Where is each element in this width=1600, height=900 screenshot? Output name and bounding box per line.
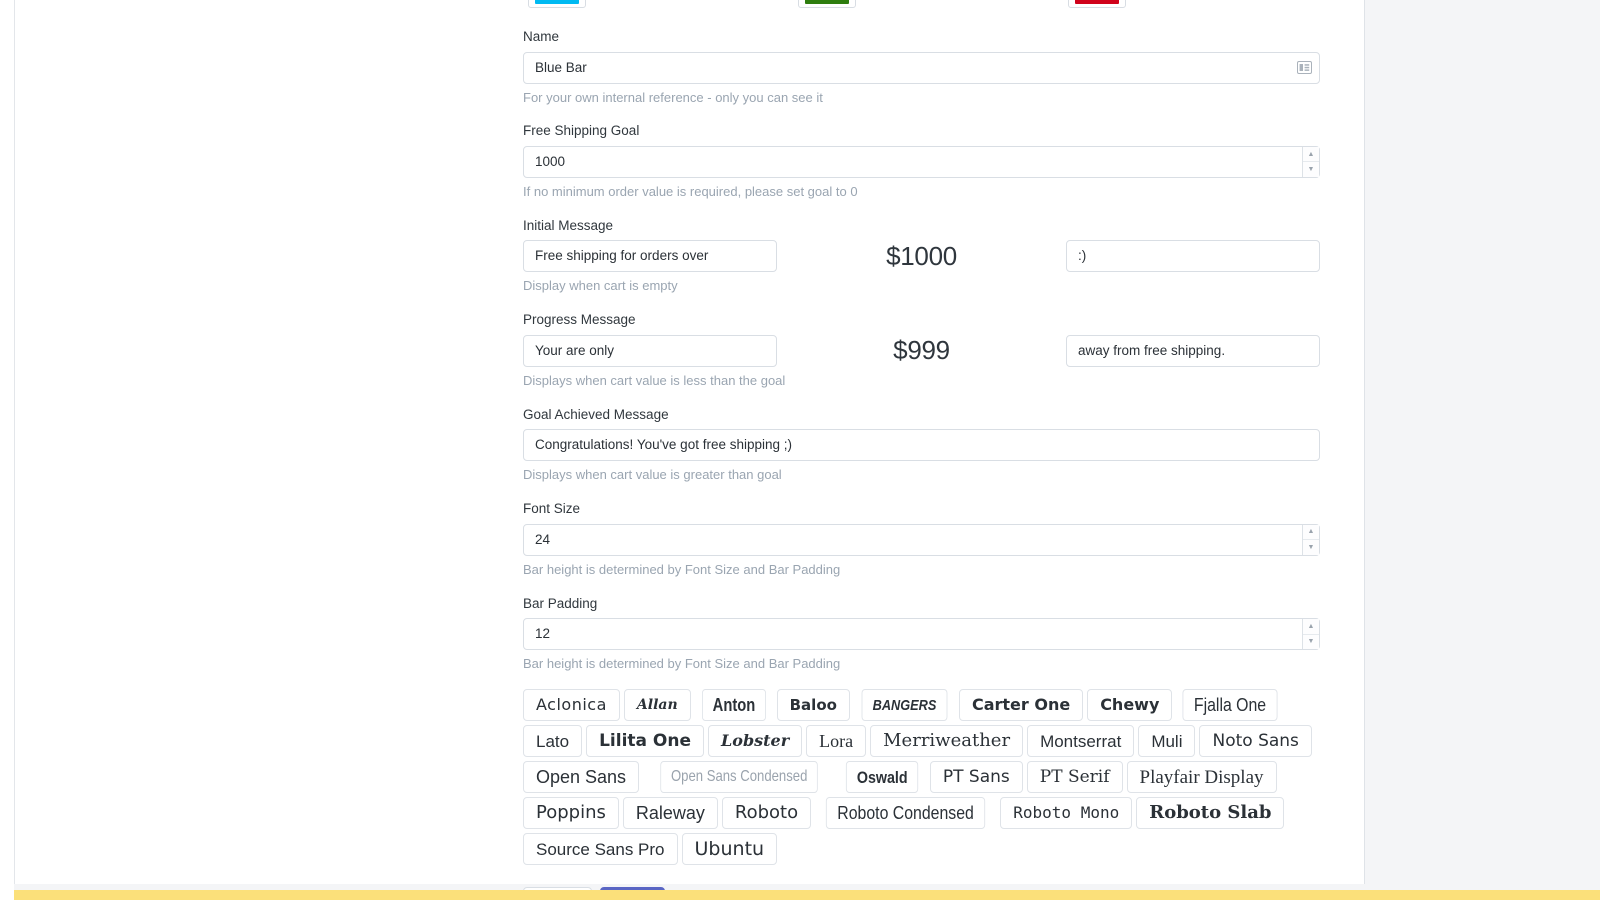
font-option[interactable]: Oswald	[846, 761, 919, 794]
field-font-size: Font Size 24 ▲ ▼ Bar height is determine…	[523, 484, 1323, 578]
font-option[interactable]: Roboto	[721, 797, 812, 830]
initial-message-suffix-value[interactable]: :)	[1067, 241, 1319, 271]
font-option[interactable]: Fjalla One	[1182, 689, 1278, 722]
bar-background-color-swatch[interactable]	[528, 0, 586, 8]
font-size-value[interactable]: 24	[524, 525, 1302, 555]
field-initial-message-label: Initial Message	[523, 217, 614, 233]
field-free-shipping-goal-label: Free Shipping Goal	[523, 123, 640, 139]
stepper-down-icon[interactable]: ▼	[1303, 540, 1319, 555]
font-option[interactable]: Lora	[806, 725, 867, 758]
font-option[interactable]: Open Sans Condensed	[660, 761, 819, 794]
field-name-help: For your own internal reference - only y…	[523, 89, 823, 105]
field-bar-padding-label: Bar Padding	[523, 595, 598, 611]
name-input[interactable]: Blue Bar	[523, 51, 1320, 84]
font-option[interactable]: Chewy	[1087, 689, 1173, 722]
field-progress-message-label: Progress Message	[523, 312, 636, 328]
bar-accent-color-swatch[interactable]	[1068, 0, 1126, 8]
swatch-color-chip	[1075, 0, 1119, 4]
progress-message-suffix-input[interactable]: away from free shipping.	[1066, 334, 1320, 367]
field-bar-padding-help: Bar height is determined by Font Size an…	[523, 656, 841, 672]
field-name-label: Name	[523, 29, 560, 44]
font-option[interactable]: Allan	[623, 689, 691, 722]
font-option[interactable]: Poppins	[523, 797, 619, 830]
free-shipping-goal-stepper[interactable]: ▲ ▼	[1302, 146, 1319, 177]
progress-message-prefix-value[interactable]: Your are only	[524, 336, 776, 366]
free-shipping-goal-value[interactable]: 1000	[524, 147, 1302, 177]
initial-message-suffix-input[interactable]: :)	[1066, 240, 1320, 273]
color-swatch-row	[523, 0, 1323, 12]
font-option[interactable]: Lilita One	[586, 725, 705, 758]
id-card-icon[interactable]	[1289, 53, 1319, 83]
progress-message-prefix-input[interactable]: Your are only	[523, 334, 777, 367]
font-option[interactable]: Baloo	[776, 689, 850, 722]
font-picker: Aclonica Allan Anton Baloo BANGERS Carter One…	[523, 689, 1320, 866]
initial-message-row: Free shipping for orders over $1000 :)	[523, 240, 1320, 273]
field-font-size-label: Font Size	[523, 501, 581, 517]
bar-text-color-swatch[interactable]	[798, 0, 856, 8]
name-input-value[interactable]: Blue Bar	[524, 53, 1289, 83]
progress-message-suffix-value[interactable]: away from free shipping.	[1067, 336, 1319, 366]
font-option[interactable]: Lobster	[708, 725, 803, 758]
field-progress-message-help: Displays when cart value is less than th…	[523, 372, 786, 388]
field-free-shipping-goal: Free Shipping Goal 1000 ▲ ▼ If no minimu…	[523, 106, 1323, 200]
field-free-shipping-goal-help: If no minimum order value is required, p…	[523, 183, 858, 199]
field-name: Name Blue Bar For your own internal refe…	[523, 12, 1323, 106]
font-option[interactable]: Carter One	[958, 689, 1084, 722]
progress-message-row: Your are only $999 away from free shippi…	[523, 334, 1320, 367]
settings-form: Name Blue Bar For your own internal refe…	[523, 0, 1323, 900]
font-option[interactable]: Playfair Display	[1126, 761, 1277, 794]
font-option[interactable]: Anton	[701, 689, 766, 722]
initial-message-prefix-input[interactable]: Free shipping for orders over	[523, 240, 777, 273]
left-gutter	[0, 0, 14, 900]
settings-page: Name Blue Bar For your own internal refe…	[0, 0, 1600, 900]
bar-padding-input[interactable]: 12 ▲ ▼	[523, 618, 1320, 651]
field-progress-message: Progress Message Your are only $999 away…	[523, 295, 1323, 389]
swatch-color-chip	[535, 0, 579, 4]
initial-message-goal-token: $1000	[886, 240, 957, 271]
goal-achieved-message-input[interactable]: Congratulations! You've got free shippin…	[523, 429, 1320, 462]
font-option[interactable]: Raleway	[622, 797, 718, 830]
field-goal-achieved-message: Goal Achieved Message Congratulations! Y…	[523, 390, 1323, 484]
font-option[interactable]: Noto Sans	[1199, 725, 1312, 758]
font-option[interactable]: Roboto Slab	[1136, 797, 1285, 830]
field-font-size-help: Bar height is determined by Font Size an…	[523, 561, 841, 577]
goal-achieved-message-value[interactable]: Congratulations! You've got free shippin…	[524, 430, 1319, 460]
right-background	[1365, 0, 1600, 890]
field-bar-padding: Bar Padding 12 ▲ ▼ Bar height is determi…	[523, 579, 1323, 673]
stepper-up-icon[interactable]: ▲	[1303, 524, 1319, 541]
free-shipping-goal-input[interactable]: 1000 ▲ ▼	[523, 145, 1320, 178]
font-option[interactable]: Muli	[1138, 725, 1196, 758]
swatch-color-chip	[805, 0, 849, 4]
font-option[interactable]: Source Sans Pro	[523, 833, 678, 866]
initial-message-prefix-value[interactable]: Free shipping for orders over	[524, 241, 776, 271]
font-size-input[interactable]: 24 ▲ ▼	[523, 523, 1320, 556]
stepper-up-icon[interactable]: ▲	[1303, 146, 1319, 163]
progress-message-amount-token: $999	[893, 335, 950, 366]
font-option[interactable]: Montserrat	[1027, 725, 1135, 758]
stepper-down-icon[interactable]: ▼	[1303, 162, 1319, 177]
font-option[interactable]: Merriweather	[870, 725, 1024, 758]
field-goal-achieved-message-label: Goal Achieved Message	[523, 406, 669, 422]
font-option[interactable]: Open Sans	[523, 761, 640, 794]
font-option[interactable]: BANGERS	[861, 689, 948, 722]
font-option[interactable]: PT Serif	[1026, 761, 1123, 794]
stepper-up-icon[interactable]: ▲	[1303, 619, 1319, 635]
bar-padding-value[interactable]: 12	[524, 619, 1302, 649]
settings-panel: Name Blue Bar For your own internal refe…	[14, 0, 1365, 900]
field-initial-message: Initial Message Free shipping for orders…	[523, 201, 1323, 295]
font-option[interactable]: PT Sans	[929, 761, 1023, 794]
font-option[interactable]: Ubuntu	[681, 833, 778, 866]
bar-padding-stepper[interactable]: ▲ ▼	[1302, 619, 1319, 650]
font-option[interactable]: Aclonica	[523, 689, 620, 722]
font-option[interactable]: Roboto Condensed	[826, 797, 986, 830]
font-option[interactable]: Lato	[523, 725, 583, 758]
font-size-stepper[interactable]: ▲ ▼	[1302, 524, 1319, 555]
field-goal-achieved-message-help: Displays when cart value is greater than…	[523, 467, 782, 483]
font-option[interactable]: Roboto Mono	[1000, 797, 1133, 830]
field-initial-message-help: Display when cart is empty	[523, 278, 678, 294]
stepper-down-icon[interactable]: ▼	[1303, 634, 1319, 650]
bottom-accent-strip	[14, 890, 1600, 900]
